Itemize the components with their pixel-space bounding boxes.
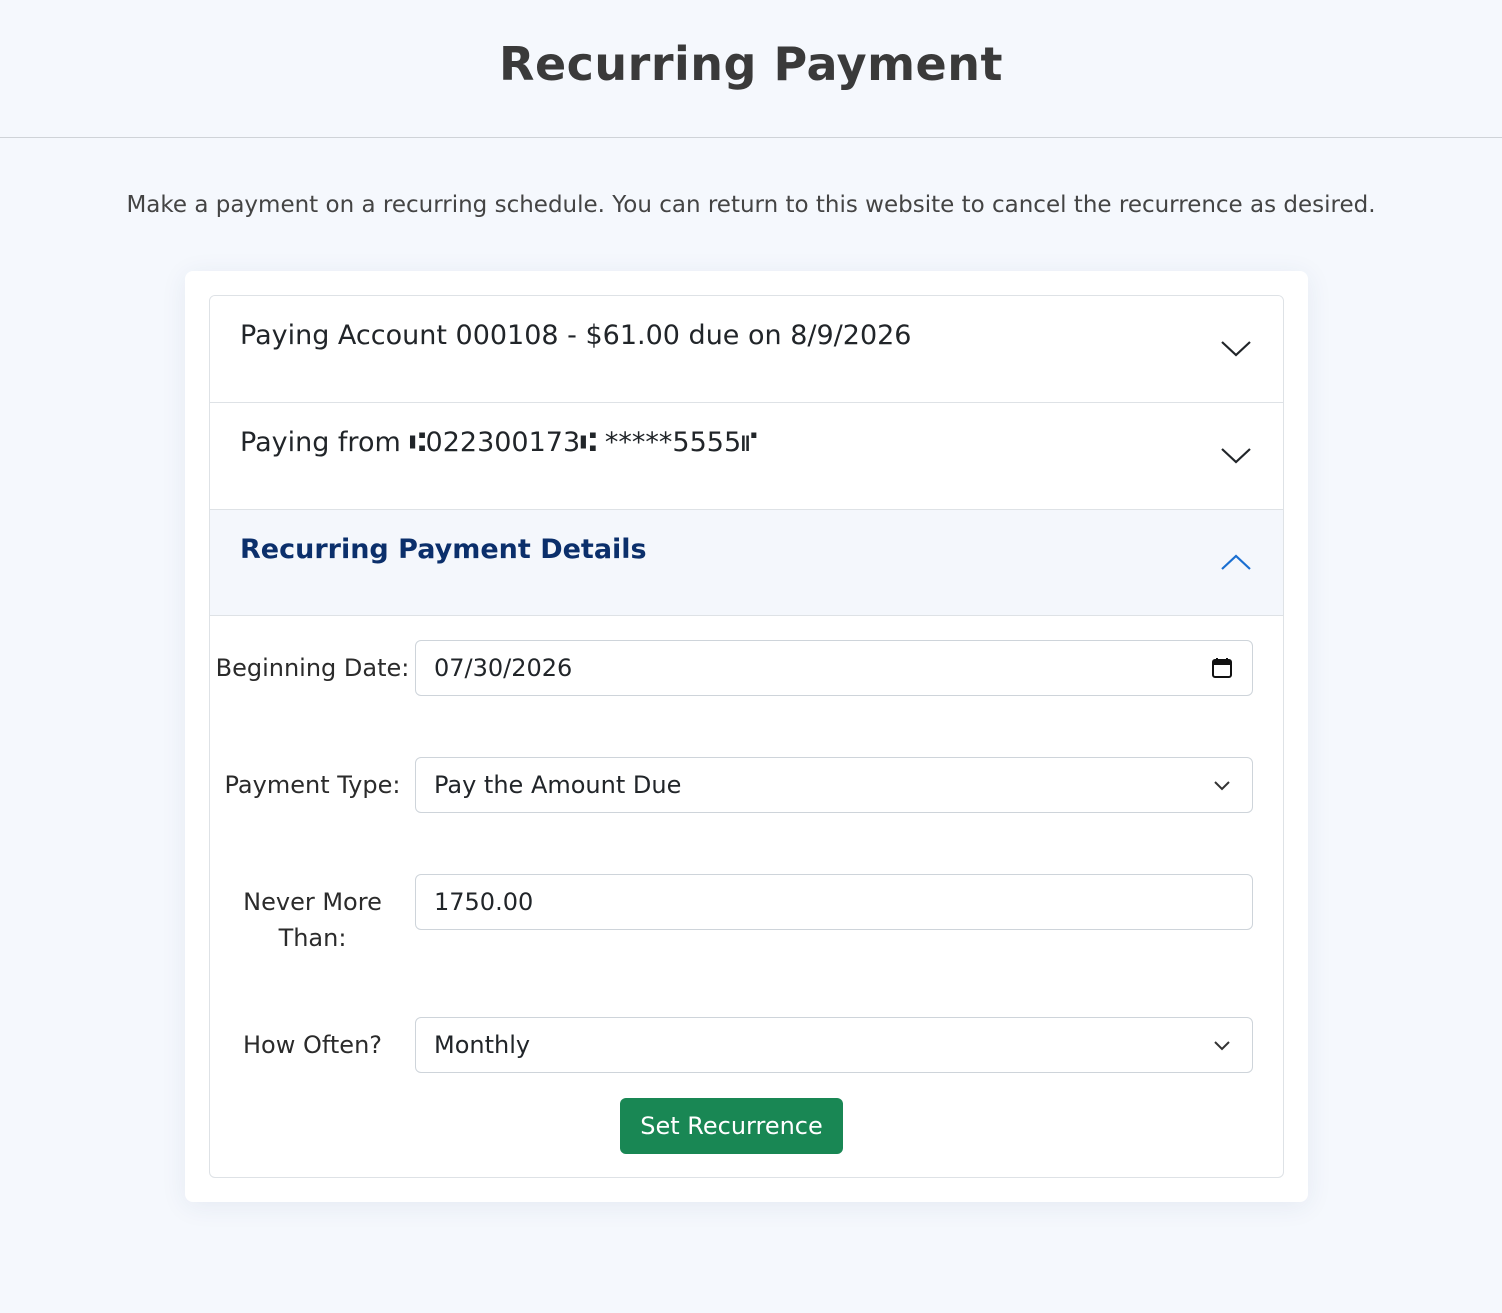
source-accordion-title: Paying from ⑆022300173⑆ *****5555⑈ — [240, 427, 758, 458]
chevron-down-icon — [1221, 448, 1251, 464]
account-accordion-header[interactable]: Paying Account 000108 - $61.00 due on 8/… — [210, 296, 1283, 403]
intro-text: Make a payment on a recurring schedule. … — [126, 192, 1376, 218]
never-more-than-label: Never More Than: — [243, 888, 382, 952]
beginning-date-label: Beginning Date: — [215, 654, 410, 682]
never-more-than-input[interactable] — [434, 888, 1234, 916]
beginning-date-input[interactable] — [434, 654, 1210, 682]
payment-type-value: Pay the Amount Due — [434, 771, 682, 799]
payment-type-select[interactable]: Pay the Amount Due — [415, 757, 1253, 813]
details-accordion-body: Beginning Date: Payment Type: Pay the Am… — [210, 616, 1283, 1154]
details-accordion-title: Recurring Payment Details — [240, 534, 647, 565]
source-accordion-header[interactable]: Paying from ⑆022300173⑆ *****5555⑈ — [210, 403, 1283, 510]
calendar-icon[interactable] — [1210, 656, 1234, 680]
payment-card: Paying Account 000108 - $61.00 due on 8/… — [185, 271, 1308, 1202]
chevron-down-icon — [1214, 1041, 1230, 1051]
how-often-select[interactable]: Monthly — [415, 1017, 1253, 1073]
beginning-date-row: Beginning Date: — [210, 640, 1253, 696]
page-title: Recurring Payment — [499, 36, 1003, 91]
details-accordion-header[interactable]: Recurring Payment Details — [210, 510, 1283, 616]
chevron-down-icon — [1214, 781, 1230, 791]
account-accordion-title: Paying Account 000108 - $61.00 due on 8/… — [240, 320, 912, 351]
beginning-date-field[interactable] — [415, 640, 1253, 696]
how-often-value: Monthly — [434, 1031, 531, 1059]
submit-wrap: Set Recurrence — [210, 1098, 1253, 1154]
chevron-up-icon — [1221, 554, 1251, 570]
chevron-down-icon — [1221, 341, 1251, 357]
never-more-than-field[interactable] — [415, 874, 1253, 930]
payment-type-row: Payment Type: Pay the Amount Due — [210, 757, 1253, 813]
set-recurrence-button[interactable]: Set Recurrence — [620, 1098, 843, 1154]
page-header: Recurring Payment — [0, 0, 1502, 138]
payment-accordion: Paying Account 000108 - $61.00 due on 8/… — [209, 295, 1284, 1178]
never-more-than-row: Never More Than: — [210, 874, 1253, 956]
how-often-label: How Often? — [242, 1031, 383, 1059]
payment-type-label: Payment Type: — [224, 771, 401, 799]
how-often-row: How Often? Monthly — [210, 1017, 1253, 1073]
